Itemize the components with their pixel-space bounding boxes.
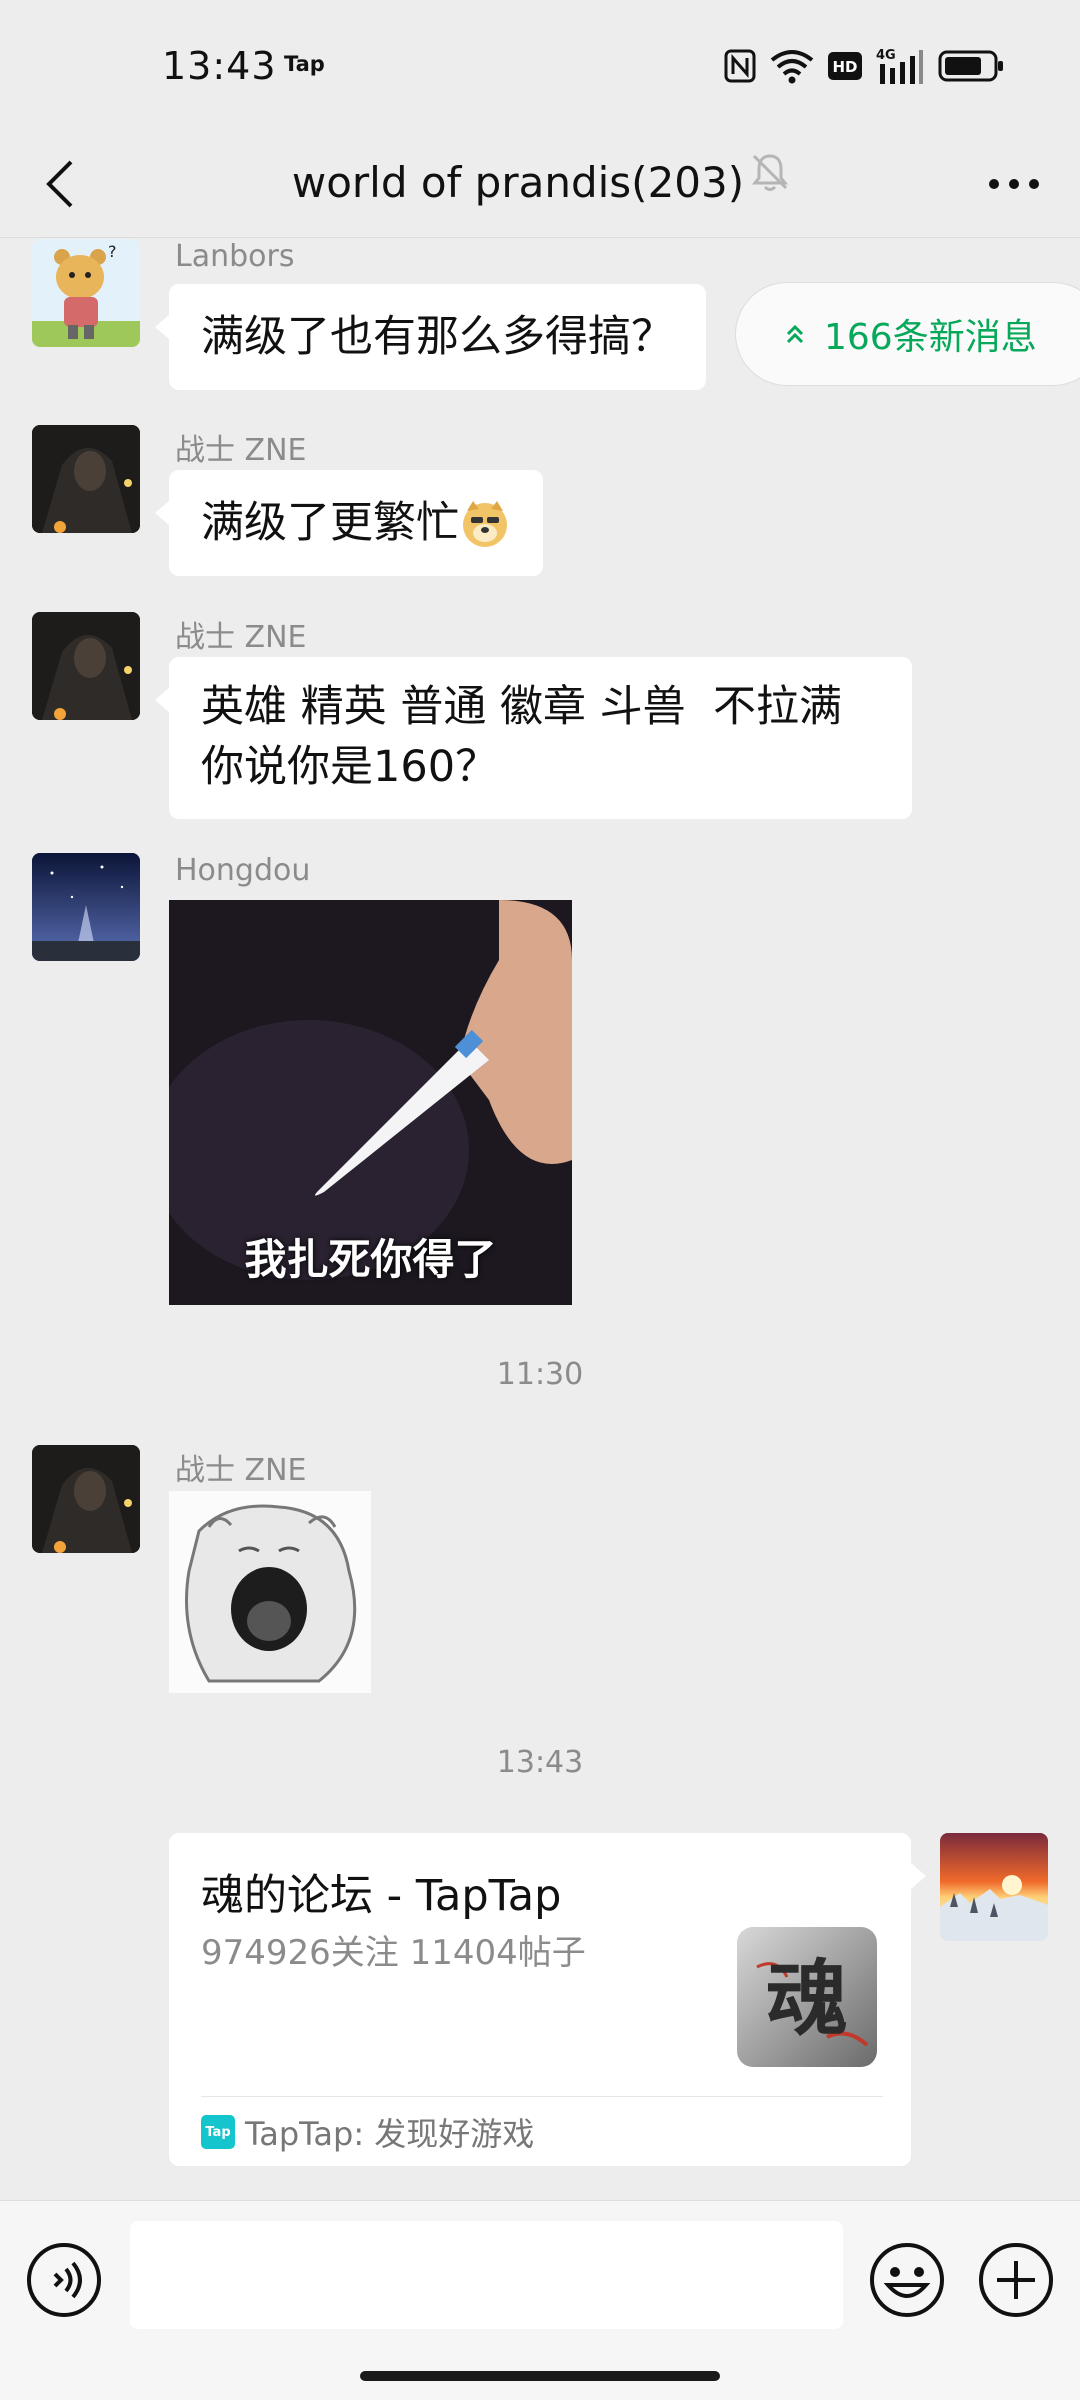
starry-sky-avatar[interactable] [32,853,140,961]
svg-text:4G: 4G [876,48,896,63]
sender-name: 战士 ZNE [175,1453,307,1488]
sender-name: 战士 ZNE [175,620,307,655]
plus-icon [979,2243,1053,2317]
home-indicator[interactable] [360,2371,720,2381]
own-avatar[interactable] [940,1833,1048,1941]
chat-title: world of prandis(203) [0,158,1080,207]
mute-bell-icon [748,150,792,194]
dark-warrior-avatar[interactable] [32,425,140,533]
chat-message-list[interactable]: ? Lanbors 满级了也有那么多得搞？ 166条新消息 战士 ZNE 满级了… [0,239,1080,2200]
svg-text:?: ? [108,242,117,261]
message-bubble[interactable]: 英雄 精英 普通 徽章 斗兽 不拉满 你说你是160？ [155,657,912,819]
timestamp-divider: 11:30 [496,1357,584,1392]
message-input[interactable] [130,2221,843,2329]
status-time: 13:43 [162,44,277,88]
message-text-line: 英雄 精英 普通 徽章 斗兽 不拉满 [201,682,843,732]
message-text: 满级了也有那么多得搞？ [201,312,674,362]
input-bar [0,2200,1080,2400]
link-card-source-text: TapTap: 发现好游戏 [245,2115,535,2153]
chat-header: world of prandis(203) [0,130,1080,238]
cartoon-bear-avatar[interactable]: ? [32,239,140,347]
message-bubble[interactable]: 满级了也有那么多得搞？ [155,284,706,390]
voice-icon [27,2243,101,2317]
doge-emoji [463,501,507,547]
signal-4g-icon: 4G [876,48,923,84]
double-chevron-up-icon [786,324,804,344]
sender-name: Hongdou [175,853,311,888]
emoji-icon [870,2243,944,2317]
link-card-description: 974926关注 11404帖子 [201,1933,586,1973]
battery-icon [938,50,1003,82]
sender-name: Lanbors [175,239,295,274]
more-options-button[interactable] [982,154,1046,214]
taptap-notification-badge: Tap [284,52,325,76]
message-text-line: 你说你是160？ [201,742,499,792]
more-dots-icon [989,179,1039,189]
new-messages-button[interactable]: 166条新消息 [735,282,1080,386]
more-functions-button[interactable] [977,2241,1055,2319]
sender-name: 战士 ZNE [175,433,307,468]
nfc-icon [724,49,756,83]
hd-icon: HD [828,52,862,80]
voice-button[interactable] [25,2241,103,2319]
svg-text:HD: HD [832,58,857,76]
wifi-icon [770,50,814,84]
taptap-logo-icon: Tap [201,2115,235,2149]
new-messages-label: 166条新消息 [824,317,1037,358]
meme-caption: 我扎死你得了 [244,1235,497,1284]
link-card-divider [201,2096,883,2097]
screaming-blob-sticker[interactable] [169,1491,371,1693]
link-card-title: 魂的论坛 - TapTap [201,1871,562,1921]
link-card[interactable]: 魂的论坛 - TapTap 974926关注 11404帖子 魂 Tap Tap… [169,1833,926,2166]
meme-image[interactable]: 我扎死你得了 [169,900,572,1305]
svg-text:魂: 魂 [766,1951,848,2047]
message-text: 满级了更繁忙 [201,498,459,548]
status-icons: HD 4G [724,44,1004,88]
status-bar: 13:43 Tap HD 4G [0,0,1080,130]
timestamp-divider: 13:43 [496,1745,584,1780]
link-card-source: Tap TapTap: 发现好游戏 [201,2109,534,2155]
dark-warrior-avatar[interactable] [32,1445,140,1553]
message-bubble[interactable]: 满级了更繁忙 [155,470,543,576]
chat-title-text: world of prandis(203) [291,158,745,207]
link-card-thumbnail: 魂 [737,1927,877,2067]
emoji-button[interactable] [868,2241,946,2319]
dark-warrior-avatar[interactable] [32,612,140,720]
